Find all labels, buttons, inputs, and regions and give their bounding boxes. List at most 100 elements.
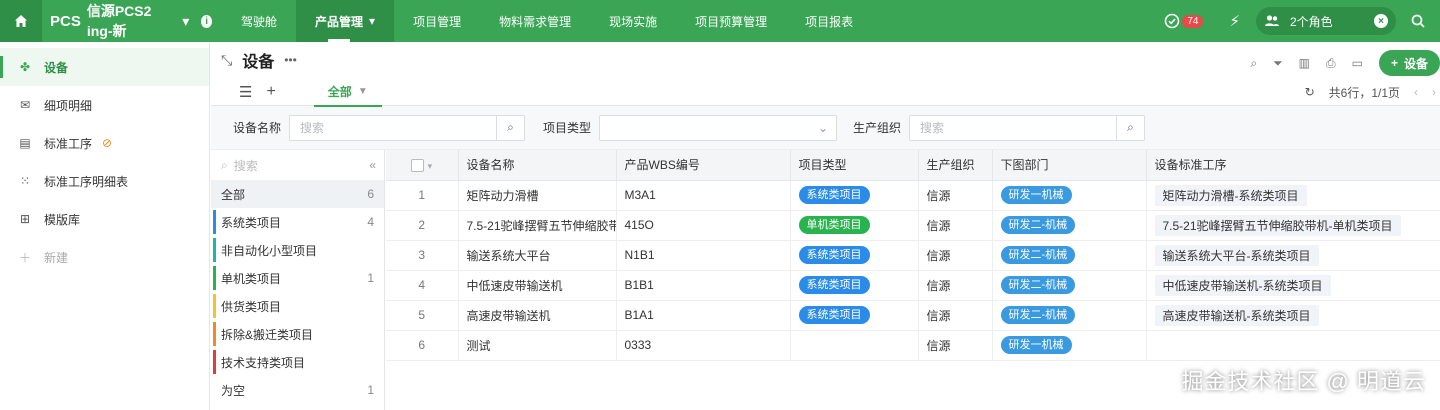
todo-button[interactable]: 74 bbox=[1164, 13, 1204, 29]
org-search-input[interactable]: 搜索 ⌕ bbox=[909, 114, 1146, 141]
sidebar-item-detail[interactable]: ✉ 细项明细 bbox=[0, 86, 209, 124]
collapse-icon[interactable]: ⤡ bbox=[221, 52, 232, 69]
category-item[interactable]: 拆除&搬迁类项目 bbox=[211, 320, 384, 348]
chart-icon[interactable]: ▥ bbox=[1299, 56, 1310, 70]
nav-item-onsite-implementation[interactable]: 现场实施 bbox=[590, 0, 676, 42]
sidebar-new-button[interactable]: ＋ 新建 bbox=[0, 238, 209, 276]
nav-item-cockpit[interactable]: 驾驶舱 bbox=[222, 0, 296, 42]
cell-dept[interactable]: 研发一机械 bbox=[992, 330, 1147, 361]
cell-wbs[interactable]: 415O bbox=[616, 210, 791, 241]
cell-standard-process[interactable] bbox=[1146, 330, 1440, 361]
cell-org[interactable]: 信源 bbox=[918, 240, 993, 271]
cell-wbs[interactable]: B1A1 bbox=[616, 300, 791, 331]
category-item[interactable]: 供货类项目 bbox=[211, 292, 384, 320]
category-item[interactable]: 技术支持类项目 bbox=[211, 348, 384, 376]
close-icon[interactable]: × bbox=[1374, 14, 1388, 28]
table-row[interactable]: 4 中低速皮带输送机 B1B1 系统类项目 信源 研发二-机械 中低速皮带输送机-系统类项目 bbox=[386, 270, 1440, 301]
device-name-search-input[interactable]: 搜索 ⌕ bbox=[289, 114, 526, 141]
table-row[interactable]: 6 测试 0333 信源 研发一机械 bbox=[386, 330, 1440, 361]
nav-item-project-management[interactable]: 项目管理 bbox=[394, 0, 480, 42]
cell-project-type[interactable] bbox=[790, 330, 919, 361]
nav-item-project-budget[interactable]: 项目预算管理 bbox=[676, 0, 786, 42]
cell-device-name[interactable]: 7.5-21驼峰摆臂五节伸缩胶带机 bbox=[458, 210, 617, 241]
menu-icon[interactable]: ☰ bbox=[239, 83, 252, 101]
sidebar-item-standard-process-detail[interactable]: ⁙ 标准工序明细表 bbox=[0, 162, 209, 200]
category-item[interactable]: 全部 6 bbox=[211, 180, 384, 208]
cell-device-name[interactable]: 高速皮带输送机 bbox=[458, 300, 617, 331]
search-icon[interactable] bbox=[1410, 13, 1426, 29]
flash-icon[interactable]: ⚡ bbox=[1229, 12, 1240, 30]
search-options-icon[interactable]: ⌕ bbox=[1116, 115, 1144, 140]
table-row[interactable]: 3 输送系统大平台 N1B1 系统类项目 信源 研发二-机械 输送系统大平台-系统类项目 bbox=[386, 240, 1440, 271]
print-icon[interactable]: ⎙ bbox=[1326, 56, 1336, 71]
cell-wbs[interactable]: 0333 bbox=[616, 330, 791, 361]
cell-dept[interactable]: 研发二-机械 bbox=[992, 210, 1147, 241]
column-header[interactable]: 产品WBS编号 bbox=[616, 150, 791, 181]
column-header[interactable]: 项目类型 bbox=[790, 150, 919, 181]
table-row[interactable]: 5 高速皮带输送机 B1A1 系统类项目 信源 研发二-机械 高速皮带输送机-系统类项目 bbox=[386, 300, 1440, 331]
cell-dept[interactable]: 研发二-机械 bbox=[992, 240, 1147, 271]
cell-org[interactable]: 信源 bbox=[918, 300, 993, 331]
cell-org[interactable]: 信源 bbox=[918, 180, 993, 211]
role-selector[interactable]: 2个角色 × bbox=[1256, 7, 1396, 35]
select-all-checkbox[interactable] bbox=[411, 158, 425, 172]
cell-dept[interactable]: 研发二-机械 bbox=[992, 300, 1147, 331]
cell-device-name[interactable]: 矩阵动力滑槽 bbox=[458, 180, 617, 211]
cell-project-type[interactable]: 系统类项目 bbox=[790, 240, 919, 271]
tab-all[interactable]: 全部 ▼ bbox=[313, 78, 382, 107]
cell-project-type[interactable]: 系统类项目 bbox=[790, 180, 919, 211]
nav-item-project-reports[interactable]: 项目报表 bbox=[786, 0, 872, 42]
add-device-button[interactable]: + 设备 bbox=[1378, 50, 1440, 76]
column-header[interactable]: 生产组织 bbox=[918, 150, 993, 181]
cell-standard-process[interactable]: 中低速皮带输送机-系统类项目 bbox=[1146, 270, 1440, 301]
collapse-panel-icon[interactable]: « bbox=[369, 158, 376, 172]
category-item[interactable]: 非自动化小型项目 bbox=[211, 236, 384, 264]
filter-icon[interactable]: ⏷ bbox=[1273, 56, 1283, 71]
search-icon[interactable]: ⌕ bbox=[1250, 56, 1257, 71]
table-row[interactable]: 1 矩阵动力滑槽 M3A1 系统类项目 信源 研发一机械 矩阵动力滑槽-系统类项目 bbox=[386, 180, 1440, 211]
app-switcher[interactable]: PCS 信源PCS2 ing-新 ▾ i bbox=[42, 1, 222, 41]
info-icon[interactable]: i bbox=[201, 14, 212, 28]
cell-device-name[interactable]: 中低速皮带输送机 bbox=[458, 270, 617, 301]
cell-device-name[interactable]: 测试 bbox=[458, 330, 617, 361]
select-all-header[interactable]: ▾ bbox=[386, 150, 459, 181]
cell-dept[interactable]: 研发一机械 bbox=[992, 180, 1147, 211]
category-item[interactable]: 单机类项目 1 bbox=[211, 264, 384, 292]
cell-project-type[interactable]: 单机类项目 bbox=[790, 210, 919, 241]
sidebar-item-standard-process[interactable]: ▤ 标准工序 ⊘ bbox=[0, 124, 209, 162]
cell-org[interactable]: 信源 bbox=[918, 330, 993, 361]
category-item[interactable]: 系统类项目 4 bbox=[211, 208, 384, 236]
cell-standard-process[interactable]: 7.5-21驼峰摆臂五节伸缩胶带机-单机类项目 bbox=[1146, 210, 1440, 241]
cell-wbs[interactable]: B1B1 bbox=[616, 270, 791, 301]
prev-page-icon[interactable]: ‹ bbox=[1414, 85, 1418, 99]
home-button[interactable] bbox=[0, 0, 42, 42]
nav-item-product-management[interactable]: 产品管理 ▾ bbox=[296, 0, 395, 42]
column-header[interactable]: 下图部门 bbox=[992, 150, 1147, 181]
nav-item-material-demand[interactable]: 物料需求管理 bbox=[480, 0, 590, 42]
cell-standard-process[interactable]: 矩阵动力滑槽-系统类项目 bbox=[1146, 180, 1440, 211]
archive-icon[interactable]: ▭ bbox=[1352, 56, 1363, 70]
sidebar-item-device[interactable]: ✤ 设备 bbox=[0, 48, 209, 86]
search-options-icon[interactable]: ⌕ bbox=[496, 115, 524, 140]
cell-wbs[interactable]: N1B1 bbox=[616, 240, 791, 271]
cell-org[interactable]: 信源 bbox=[918, 270, 993, 301]
cell-standard-process[interactable]: 高速皮带输送机-系统类项目 bbox=[1146, 300, 1440, 331]
refresh-icon[interactable]: ↻ bbox=[1305, 85, 1315, 99]
cell-project-type[interactable]: 系统类项目 bbox=[790, 270, 919, 301]
cell-org[interactable]: 信源 bbox=[918, 210, 993, 241]
project-type-select[interactable]: ⌄ bbox=[599, 114, 838, 141]
category-search[interactable]: ⌕ 搜索 « bbox=[211, 150, 384, 180]
cell-standard-process[interactable]: 输送系统大平台-系统类项目 bbox=[1146, 240, 1440, 271]
cell-wbs[interactable]: M3A1 bbox=[616, 180, 791, 211]
add-view-icon[interactable]: + bbox=[266, 83, 275, 101]
column-header[interactable]: 设备标准工序 bbox=[1146, 150, 1440, 181]
sidebar-item-template-library[interactable]: ⊞ 模版库 bbox=[0, 200, 209, 238]
cell-project-type[interactable]: 系统类项目 bbox=[790, 300, 919, 331]
more-icon[interactable]: ••• bbox=[284, 53, 297, 67]
next-page-icon[interactable]: › bbox=[1432, 85, 1436, 99]
cell-dept[interactable]: 研发二-机械 bbox=[992, 270, 1147, 301]
table-row[interactable]: 2 7.5-21驼峰摆臂五节伸缩胶带机 415O 单机类项目 信源 研发二-机械 7.5-2… bbox=[386, 210, 1440, 241]
cell-device-name[interactable]: 输送系统大平台 bbox=[458, 240, 617, 271]
category-item[interactable]: 为空 1 bbox=[211, 376, 384, 404]
column-header[interactable]: 设备名称 bbox=[458, 150, 617, 181]
